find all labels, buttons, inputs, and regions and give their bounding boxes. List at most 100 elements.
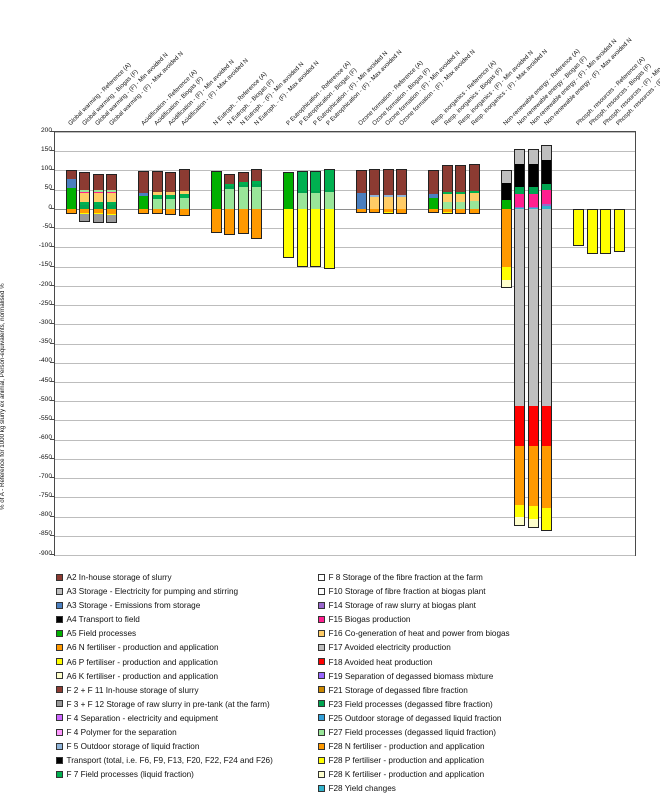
bar-segment	[441, 201, 453, 209]
bar-segment	[527, 405, 539, 447]
legend-item: A3 Storage - Emissions from storage	[56, 600, 336, 614]
legend-label: F27 Field processes (degassed liquid fra…	[328, 728, 496, 738]
bar-segment	[92, 201, 104, 206]
legend-swatch-icon	[318, 728, 325, 736]
bar-segment	[527, 505, 539, 520]
bar-segment	[428, 193, 439, 198]
bar-segment	[514, 504, 525, 518]
y-axis-tick-mark	[50, 265, 54, 267]
bar-segment	[468, 190, 480, 194]
bar-segment	[65, 179, 77, 188]
chart-legend: A2 In-house storage of slurry A3 Storage …	[0, 572, 660, 812]
bar-segment	[541, 145, 552, 160]
y-axis-tick-label: -750	[38, 492, 52, 500]
legend-column-right: F 8 Storage of the fibre fraction at the…	[318, 572, 660, 798]
legend-label: A6 K fertiliser - production and applica…	[66, 671, 219, 681]
bar-segment	[514, 193, 525, 207]
bar-segment	[573, 208, 584, 247]
bar-segment	[514, 517, 525, 526]
bar-segment	[541, 208, 552, 406]
y-axis-tick-label: 100	[40, 165, 52, 173]
legend-swatch-icon	[318, 587, 325, 595]
legend-item: A5 Field processes	[56, 628, 336, 642]
bar-segment	[514, 405, 525, 447]
y-axis-tick-mark	[50, 361, 54, 363]
bar-segment	[527, 208, 539, 406]
bar-segment	[514, 446, 525, 505]
legend-item: F28 K fertiliser - production and applic…	[318, 769, 660, 783]
bar-segment	[79, 192, 90, 194]
legend-label: F 7 Field processes (liquid fraction)	[66, 770, 194, 780]
legend-item: F28 N fertiliser - production and applic…	[318, 741, 660, 755]
bar-segment	[138, 193, 149, 197]
bar-segment	[106, 193, 117, 202]
bar-segment	[323, 190, 335, 192]
bar-segment	[369, 168, 380, 196]
legend-item: F 8 Storage of the fibre fraction at the…	[318, 572, 660, 586]
legend-swatch-icon	[56, 615, 63, 623]
bar-segment	[106, 190, 117, 193]
legend-label: F28 Yield changes	[328, 784, 396, 794]
bar-segment	[541, 446, 552, 508]
bar-segment	[178, 191, 190, 195]
bar-segment	[310, 170, 321, 191]
y-axis-tick-mark	[50, 207, 54, 209]
bar-segment	[296, 170, 308, 191]
legend-label: A3 Storage - Emissions from storage	[66, 601, 201, 611]
bar-segment	[224, 186, 235, 189]
bar-segment	[500, 267, 512, 281]
bar-segment	[369, 195, 380, 197]
bar-segment	[224, 173, 235, 184]
y-axis-tick-label: 0	[6, 204, 52, 212]
bar-segment	[441, 212, 453, 214]
bar-segment	[527, 446, 539, 506]
legend-item: A6 N fertiliser - production and applica…	[56, 642, 336, 656]
legend-label: A2 In-house storage of slurry	[66, 573, 172, 582]
bar-segment	[541, 405, 552, 447]
gridline	[55, 535, 635, 537]
bar-segment	[237, 184, 249, 188]
legend-swatch-icon	[56, 756, 63, 764]
legend-item: F21 Storage of degassed fibre fraction	[318, 685, 660, 699]
bar-segment	[382, 212, 394, 214]
bar-segment	[441, 191, 453, 195]
y-axis-tick-label: -800	[38, 511, 52, 519]
bar-segment	[428, 170, 439, 194]
legend-swatch-icon	[56, 742, 63, 750]
bar-segment	[65, 213, 77, 214]
legend-label: F16 Co-generation of heat and power from…	[328, 629, 510, 639]
bar-segment	[455, 201, 466, 209]
legend-swatch-icon	[56, 587, 63, 595]
legend-item: F 7 Field processes (liquid fraction)	[56, 769, 336, 783]
bar-segment	[165, 208, 176, 216]
legend-item: F15 Biogas production	[318, 614, 660, 628]
bar-segment	[468, 201, 480, 209]
category-axis-labels: Global warming - Reference (A) Global war…	[0, 0, 660, 128]
legend-item: F 3 + F 12 Storage of raw slurry in pre-…	[56, 699, 336, 713]
bar-segment	[210, 171, 222, 209]
legend-label: A3 Storage - Electricity for pumping and…	[66, 587, 239, 597]
bar-segment	[283, 208, 294, 259]
y-axis-tick-mark	[50, 169, 54, 171]
bar-segment	[428, 197, 439, 209]
bar-segment	[441, 194, 453, 202]
legend-item: F17 Avoided electricity production	[318, 642, 660, 656]
bar-segment	[138, 170, 149, 194]
legend-item: F23 Field processes (degassed fibre frac…	[318, 699, 660, 713]
bar-segment	[455, 212, 466, 214]
legend-swatch-icon	[56, 629, 63, 637]
bar-segment	[92, 193, 104, 202]
legend-swatch-icon	[318, 742, 325, 750]
bar-segment	[369, 211, 380, 214]
legend-label: A5 Field processes	[66, 629, 137, 639]
bar-segment	[441, 165, 453, 192]
gridline	[55, 132, 635, 133]
legend-column-left: A2 In-house storage of slurry A3 Storage …	[56, 572, 336, 783]
bar-segment	[106, 173, 117, 191]
bar-segment	[251, 169, 262, 181]
bar-segment	[224, 208, 235, 236]
y-axis-tick-label: 150	[40, 145, 52, 153]
legend-label: Transport (total, i.e. F6, F9, F13, F20,…	[66, 756, 273, 766]
bar-segment	[541, 204, 552, 207]
bar-segment	[541, 190, 552, 205]
